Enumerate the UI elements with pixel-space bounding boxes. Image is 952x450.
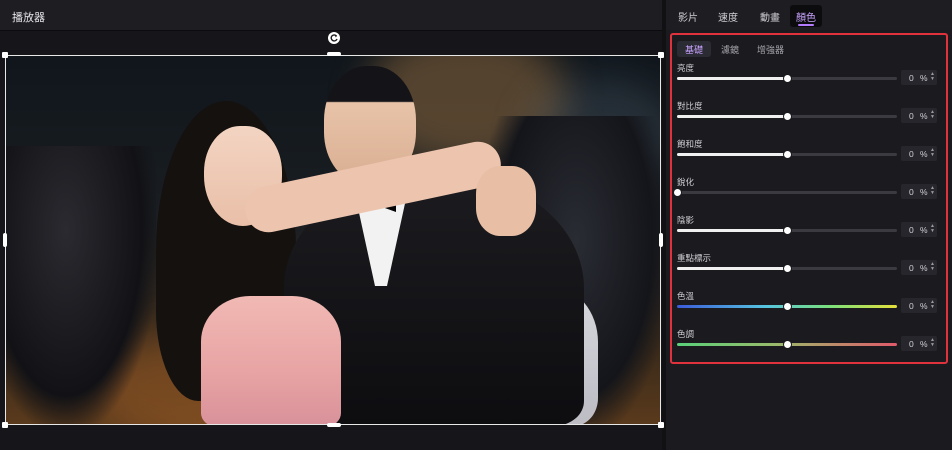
- slider-label: 對比度: [677, 101, 703, 111]
- tab-animation[interactable]: 動畫: [752, 5, 788, 27]
- tab-color[interactable]: 顏色: [790, 5, 822, 27]
- spinner-icon[interactable]: ▲ ▼: [930, 186, 936, 197]
- spinner-icon[interactable]: ▲ ▼: [930, 110, 936, 121]
- player-header: 播放器: [0, 0, 662, 31]
- brightness-slider[interactable]: [677, 74, 897, 83]
- contrast-value-input[interactable]: 0 % ▲ ▼: [901, 108, 937, 123]
- properties-panel: 影片 速度 動畫 顏色 基礎 濾鏡 增強器 亮度 0 % ▲ ▼ 對比度 0 % …: [666, 0, 952, 450]
- subtab-enhancer[interactable]: 增強器: [749, 41, 792, 57]
- sharpen-value-input[interactable]: 0 % ▲ ▼: [901, 184, 937, 199]
- slider-row-saturation: 飽和度 0 % ▲ ▼: [672, 138, 946, 176]
- shadow-slider[interactable]: [677, 226, 897, 235]
- highlight-slider[interactable]: [677, 264, 897, 273]
- spinner-icon[interactable]: ▲ ▼: [930, 338, 936, 349]
- slider-thumb[interactable]: [783, 302, 792, 311]
- slider-thumb[interactable]: [783, 150, 792, 159]
- slider-row-shadow: 陰影 0 % ▲ ▼: [672, 214, 946, 252]
- saturation-value-input[interactable]: 0 % ▲ ▼: [901, 146, 937, 161]
- tint-slider[interactable]: [677, 340, 897, 349]
- slider-label: 陰影: [677, 215, 695, 225]
- slider-thumb[interactable]: [783, 264, 792, 273]
- slider-label: 銳化: [677, 177, 695, 187]
- saturation-slider[interactable]: [677, 150, 897, 159]
- temperature-value-input[interactable]: 0 % ▲ ▼: [901, 298, 937, 313]
- player-panel: 播放器: [0, 0, 664, 450]
- resize-handle-bottom-left[interactable]: [2, 422, 8, 428]
- resize-handle-top-right[interactable]: [658, 52, 664, 58]
- slider-row-sharpen: 銳化 0 % ▲ ▼: [672, 176, 946, 214]
- slider-row-brightness: 亮度 0 % ▲ ▼: [672, 62, 946, 100]
- resize-handle-top[interactable]: [327, 52, 341, 56]
- brightness-value-input[interactable]: 0 % ▲ ▼: [901, 70, 937, 85]
- slider-thumb[interactable]: [673, 188, 682, 197]
- resize-handle-right[interactable]: [659, 233, 663, 247]
- slider-label: 重點標示: [677, 253, 712, 263]
- slider-thumb[interactable]: [783, 226, 792, 235]
- subtab-filter[interactable]: 濾鏡: [713, 41, 747, 57]
- slider-row-tint: 色調 0 % ▲ ▼: [672, 328, 946, 366]
- slider-label: 色調: [677, 329, 695, 339]
- resize-handle-top-left[interactable]: [2, 52, 8, 58]
- rotate-icon[interactable]: [328, 32, 340, 44]
- spinner-icon[interactable]: ▲ ▼: [930, 300, 936, 311]
- video-image: [6, 56, 660, 424]
- tint-value-input[interactable]: 0 % ▲ ▼: [901, 336, 937, 351]
- spinner-icon[interactable]: ▲ ▼: [930, 72, 936, 83]
- slider-thumb[interactable]: [783, 112, 792, 121]
- spinner-icon[interactable]: ▲ ▼: [930, 262, 936, 273]
- slider-thumb[interactable]: [783, 340, 792, 349]
- contrast-slider[interactable]: [677, 112, 897, 121]
- spinner-icon[interactable]: ▲ ▼: [930, 224, 936, 235]
- slider-label: 飽和度: [677, 139, 703, 149]
- sharpen-slider[interactable]: [673, 188, 897, 197]
- highlight-value-input[interactable]: 0 % ▲ ▼: [901, 260, 937, 275]
- property-tabs: 影片 速度 動畫 顏色: [666, 0, 952, 30]
- slider-thumb[interactable]: [783, 74, 792, 83]
- slider-label: 色溫: [677, 291, 695, 301]
- subtab-basic[interactable]: 基礎: [677, 41, 712, 57]
- slider-row-contrast: 對比度 0 % ▲ ▼: [672, 100, 946, 138]
- color-settings: 基礎 濾鏡 增強器 亮度 0 % ▲ ▼ 對比度 0 % ▲ ▼ 飽和度 0 %…: [670, 33, 948, 364]
- slider-row-highlight: 重點標示 0 % ▲ ▼: [672, 252, 946, 290]
- video-frame[interactable]: [5, 55, 661, 425]
- resize-handle-bottom-right[interactable]: [658, 422, 664, 428]
- resize-handle-bottom[interactable]: [327, 423, 341, 427]
- tab-video[interactable]: 影片: [672, 5, 704, 27]
- player-title: 播放器: [12, 12, 45, 24]
- slider-label: 亮度: [677, 63, 695, 73]
- temperature-slider[interactable]: [677, 302, 897, 311]
- color-subtabs: 基礎 濾鏡 增強器: [677, 41, 794, 57]
- tab-speed[interactable]: 速度: [710, 5, 746, 27]
- resize-handle-left[interactable]: [3, 233, 7, 247]
- spinner-icon[interactable]: ▲ ▼: [930, 148, 936, 159]
- slider-row-temperature: 色溫 0 % ▲ ▼: [672, 290, 946, 328]
- shadow-value-input[interactable]: 0 % ▲ ▼: [901, 222, 937, 237]
